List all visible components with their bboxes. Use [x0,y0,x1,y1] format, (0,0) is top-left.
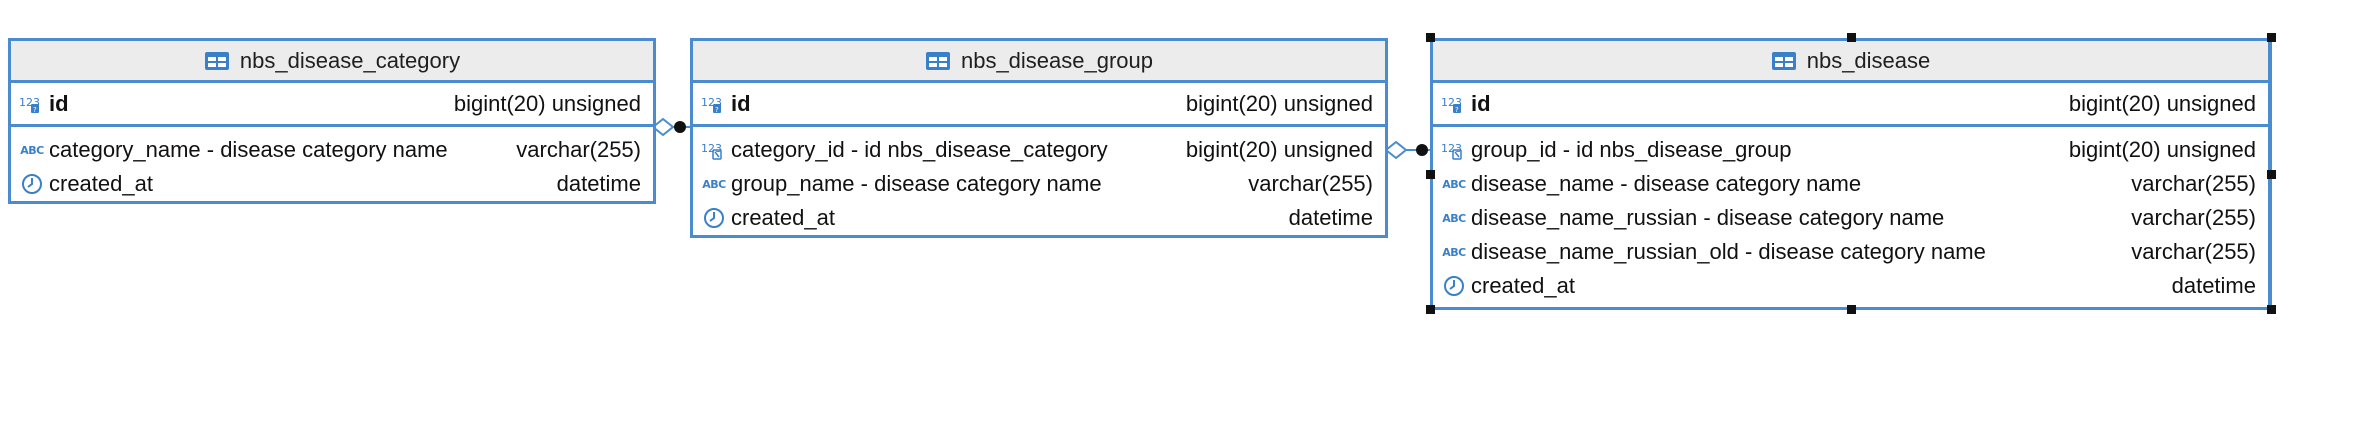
entity-header: nbs_disease_category [11,41,653,83]
column-name: group_name - disease category name [731,171,1102,196]
column-type: bigint(20) unsigned [1185,137,1373,162]
svg-text:123: 123 [1441,142,1462,155]
column-type: varchar(255) [1248,171,1373,196]
column-name: disease_name - disease category name [1471,171,1862,196]
column-type: bigint(20) unsigned [1185,90,1373,116]
column-name: id [731,90,751,116]
numeric-key-icon: 123? [697,94,731,114]
resize-handle-bottom-left[interactable] [1426,305,1435,314]
column-name: category_id - id nbs_disease_category [731,137,1108,162]
column-row[interactable]: ABC disease_name_russian_old - disease c… [1433,235,2268,269]
entity-nbs-disease-category[interactable]: nbs_disease_category 123? id bigint(20) … [8,38,656,204]
numeric-key-icon: 123? [15,94,49,114]
resize-handle-top-right[interactable] [2267,33,2276,42]
resize-handle-bottom-right[interactable] [2267,305,2276,314]
column-name: id [49,90,69,116]
table-icon [925,51,950,70]
column-type: bigint(20) unsigned [2068,90,2256,116]
text-abc-icon: ABC [1442,211,1466,225]
entity-title: nbs_disease [1806,47,1931,73]
resize-handle-mid-left[interactable] [1426,170,1435,179]
column-name: disease_name_russian - disease category … [1471,205,1945,230]
column-name: disease_name_russian_old - disease categ… [1471,239,1986,264]
entity-header: nbs_disease_group [693,41,1385,83]
text-abc-icon: ABC [1442,245,1466,259]
clock-icon [697,207,731,229]
resize-handle-top-left[interactable] [1426,33,1435,42]
column-row[interactable]: created_at datetime [1433,269,2268,303]
clock-icon [15,173,49,195]
column-type: varchar(255) [516,137,641,162]
column-name: id [1471,90,1491,116]
resize-handle-mid-right[interactable] [2267,170,2276,179]
column-row[interactable]: created_at datetime [693,201,1385,235]
column-row[interactable]: 123 group_id - id nbs_disease_group bigi… [1433,133,2268,167]
text-abc-icon: ABC [1442,177,1466,191]
resize-handle-top-mid[interactable] [1847,33,1856,42]
entity-title: nbs_disease_group [960,47,1154,73]
text-abc-icon: ABC [20,143,44,157]
column-row[interactable]: 123 category_id - id nbs_disease_categor… [693,133,1385,167]
clock-icon [1437,275,1471,297]
text-abc-icon: ABC [702,177,726,191]
column-type: datetime [2171,273,2256,298]
svg-text:?: ? [715,106,719,114]
column-type: varchar(255) [2131,205,2256,230]
resize-handle-bottom-mid[interactable] [1847,305,1856,314]
primary-key-row[interactable]: 123? id bigint(20) unsigned [1433,83,2268,127]
column-row[interactable]: ABC group_name - disease category name v… [693,167,1385,201]
entity-header: nbs_disease [1433,41,2268,83]
column-row[interactable]: ABC disease_name - disease category name… [1433,167,2268,201]
table-icon [1771,51,1796,70]
column-type: bigint(20) unsigned [453,90,641,116]
column-name: category_name - disease category name [49,137,448,162]
column-type: bigint(20) unsigned [2068,137,2256,162]
column-type: varchar(255) [2131,171,2256,196]
column-name: created_at [731,205,835,230]
relation-group-to-disease[interactable] [1384,140,1430,160]
svg-text:?: ? [33,106,37,114]
column-name: created_at [49,171,153,196]
column-type: varchar(255) [2131,239,2256,264]
primary-key-row[interactable]: 123? id bigint(20) unsigned [693,83,1385,127]
column-row[interactable]: ABC disease_name_russian - disease categ… [1433,201,2268,235]
entity-nbs-disease-group[interactable]: nbs_disease_group 123? id bigint(20) uns… [690,38,1388,238]
column-type: datetime [556,171,641,196]
column-name: group_id - id nbs_disease_group [1471,137,1792,162]
numeric-foreign-key-icon: 123 [1437,140,1471,160]
er-diagram-canvas[interactable]: nbs_disease_category 123? id bigint(20) … [0,0,2356,432]
column-row[interactable]: ABC category_name - disease category nam… [11,133,653,167]
numeric-key-icon: 123? [1437,94,1471,114]
primary-key-row[interactable]: 123? id bigint(20) unsigned [11,83,653,127]
numeric-foreign-key-icon: 123 [697,140,731,160]
entity-nbs-disease[interactable]: nbs_disease 123? id bigint(20) unsigned … [1430,38,2272,310]
entity-title: nbs_disease_category [239,47,461,73]
column-row[interactable]: created_at datetime [11,167,653,201]
column-name: created_at [1471,273,1575,298]
relation-category-to-group[interactable] [651,117,690,137]
column-type: datetime [1288,205,1373,230]
svg-text:123: 123 [701,142,722,155]
svg-text:?: ? [1455,106,1459,114]
table-icon [204,51,229,70]
